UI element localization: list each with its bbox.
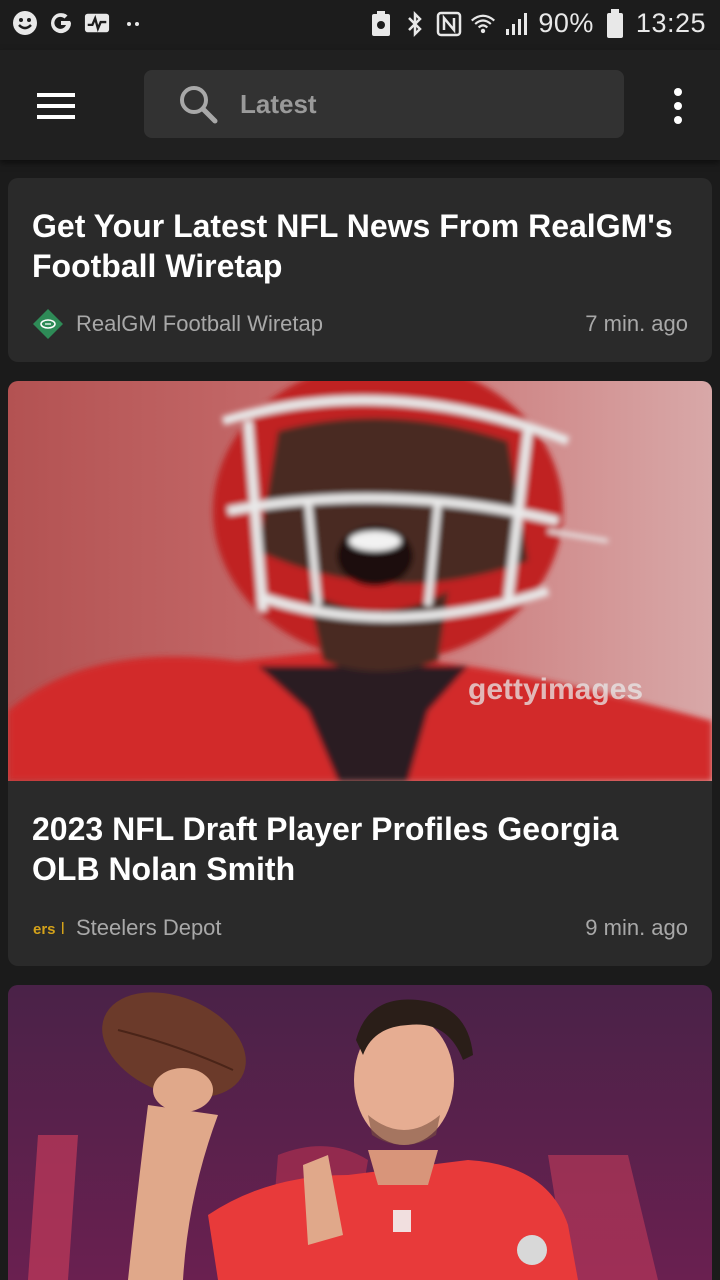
battery-icon xyxy=(602,8,628,38)
battery-percent: 90% xyxy=(538,8,594,38)
article-image-quarterback[interactable] xyxy=(8,985,712,1280)
search-placeholder: Latest xyxy=(240,89,317,119)
hamburger-menu-icon xyxy=(37,93,75,119)
battery-saver-icon xyxy=(368,10,394,37)
system-icons: 90% 13:25 xyxy=(368,8,706,39)
article-title[interactable]: Get Your Latest NFL News From RealGM's F… xyxy=(32,206,682,286)
more-vertical-icon xyxy=(674,88,682,124)
status-bar: 90% 13:25 xyxy=(0,0,720,50)
google-notification-icon xyxy=(48,10,74,36)
article-card-realgm[interactable]: Get Your Latest NFL News From RealGM's F… xyxy=(8,178,712,362)
notification-icons xyxy=(12,10,146,36)
smiley-notification-icon xyxy=(12,10,38,36)
svg-text:ers: ers xyxy=(33,921,56,938)
article-source: Steelers Depot xyxy=(76,915,222,940)
article-card-third[interactable] xyxy=(8,985,712,1280)
search-bar[interactable]: Latest xyxy=(144,70,624,138)
getty-watermark: gettyimages xyxy=(468,673,643,706)
signal-icon xyxy=(504,11,530,37)
article-image-football-player[interactable]: gettyimages xyxy=(8,381,712,781)
article-card-steelers-depot[interactable]: gettyimages 2023 NFL Draft Player Profil… xyxy=(8,381,712,966)
menu-button[interactable] xyxy=(28,78,84,134)
more-notifications-icon xyxy=(120,10,146,36)
clock: 13:25 xyxy=(635,8,706,38)
bluetooth-icon xyxy=(402,10,428,37)
article-meta: ers Steelers Depot 9 min. ago xyxy=(32,911,688,945)
app-bar: Latest xyxy=(0,50,720,160)
article-source: RealGM Football Wiretap xyxy=(76,311,323,336)
realgm-logo-icon xyxy=(32,308,64,340)
article-time: 9 min. ago xyxy=(585,915,688,940)
nfc-icon xyxy=(436,11,462,37)
activity-notification-icon xyxy=(84,10,110,36)
article-title[interactable]: 2023 NFL Draft Player Profiles Georgia O… xyxy=(32,809,682,889)
more-options-button[interactable] xyxy=(658,80,698,132)
search-icon xyxy=(180,86,218,124)
wifi-icon xyxy=(470,11,496,37)
steelers-depot-logo-icon: ers xyxy=(32,912,64,944)
article-time: 7 min. ago xyxy=(585,311,688,336)
article-meta: RealGM Football Wiretap 7 min. ago xyxy=(32,307,688,341)
